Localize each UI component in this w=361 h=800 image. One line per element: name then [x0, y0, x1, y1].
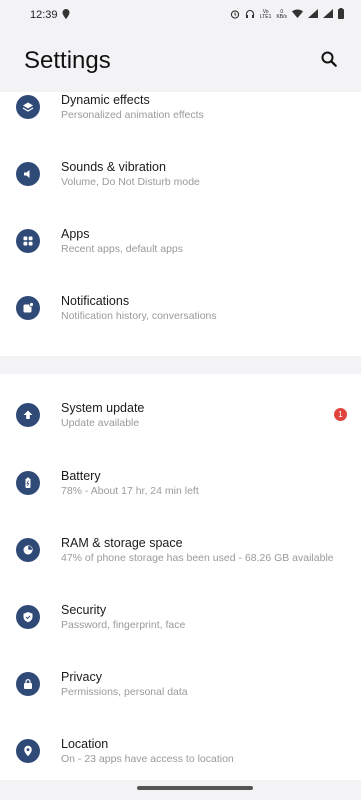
settings-group-1: Dynamic effects Personalized animation e…	[0, 92, 361, 356]
setting-text: RAM & storage space 47% of phone storage…	[61, 535, 334, 565]
setting-title: Security	[61, 602, 107, 617]
status-bar-left: 12:39	[30, 8, 70, 22]
setting-text: Dynamic effects Personalized animation e…	[61, 92, 204, 122]
setting-apps[interactable]: Apps Recent apps, default apps	[0, 207, 361, 274]
settings-group-2: System update Update available 1 Battery…	[0, 374, 361, 780]
wifi-icon	[292, 9, 303, 21]
setting-text: Notifications Notification history, conv…	[61, 293, 217, 323]
headphones-icon	[245, 9, 255, 22]
setting-system-update[interactable]: System update Update available 1	[0, 381, 361, 448]
battery-icon	[338, 8, 344, 22]
setting-title: Privacy	[61, 669, 102, 684]
setting-title: Apps	[61, 226, 90, 241]
signal-icon	[308, 9, 318, 21]
setting-security[interactable]: Security Password, fingerprint, face	[0, 583, 361, 650]
layers-icon	[16, 94, 40, 119]
setting-notifications[interactable]: Notifications Notification history, conv…	[0, 274, 361, 341]
network-speed: 0 KB/s	[276, 9, 287, 20]
setting-text: Apps Recent apps, default apps	[61, 226, 183, 256]
setting-subtitle: On - 23 apps have access to location	[61, 752, 234, 765]
storage-pie-icon	[16, 537, 40, 562]
signal-2-icon	[323, 9, 333, 21]
notification-icon	[16, 295, 40, 320]
setting-subtitle: Volume, Do Not Disturb mode	[61, 175, 200, 188]
setting-dynamic-effects[interactable]: Dynamic effects Personalized animation e…	[0, 73, 361, 140]
volte-indicator: Vo LTE1	[259, 9, 272, 20]
shield-icon	[16, 604, 40, 629]
setting-title: Notifications	[61, 293, 130, 308]
setting-title: RAM & storage space	[61, 535, 183, 550]
setting-subtitle: Personalized animation effects	[61, 108, 204, 121]
alarm-icon	[230, 9, 240, 22]
speaker-icon	[16, 161, 40, 186]
setting-title: Battery	[61, 468, 101, 483]
setting-subtitle: 47% of phone storage has been used - 68.…	[61, 551, 334, 564]
setting-subtitle: Update available	[61, 416, 140, 429]
setting-text: Privacy Permissions, personal data	[61, 669, 188, 699]
setting-text: Security Password, fingerprint, face	[61, 602, 185, 632]
setting-sounds-vibration[interactable]: Sounds & vibration Volume, Do Not Distur…	[0, 140, 361, 207]
apps-grid-icon	[16, 228, 40, 253]
setting-title: Location	[61, 736, 109, 751]
status-bar-right: Vo LTE1 0 KB/s	[230, 8, 344, 22]
setting-text: System update Update available	[61, 400, 144, 430]
setting-ram-storage[interactable]: RAM & storage space 47% of phone storage…	[0, 516, 361, 583]
page-title: Settings	[24, 47, 111, 74]
setting-text: Sounds & vibration Volume, Do Not Distur…	[61, 159, 200, 189]
search-icon	[321, 51, 337, 72]
update-badge: 1	[334, 407, 347, 421]
setting-title: Sounds & vibration	[61, 159, 166, 174]
setting-subtitle: Permissions, personal data	[61, 685, 188, 698]
setting-title: Dynamic effects	[61, 92, 150, 107]
battery-icon	[16, 470, 40, 495]
setting-title: System update	[61, 400, 145, 415]
search-button[interactable]	[317, 49, 341, 73]
setting-subtitle: 78% - About 17 hr, 24 min left	[61, 484, 199, 497]
setting-subtitle: Password, fingerprint, face	[61, 618, 186, 631]
setting-subtitle: Notification history, conversations	[61, 309, 217, 322]
privacy-lock-icon	[16, 671, 40, 696]
location-icon	[16, 738, 40, 763]
system-update-icon	[16, 402, 40, 427]
setting-subtitle: Recent apps, default apps	[61, 242, 184, 255]
setting-battery[interactable]: Battery 78% - About 17 hr, 24 min left	[0, 449, 361, 516]
status-bar: 12:39 Vo LTE1 0 KB/s	[0, 0, 361, 30]
setting-location[interactable]: Location On - 23 apps have access to loc…	[0, 717, 361, 784]
gesture-nav-handle[interactable]	[137, 786, 253, 790]
setting-privacy[interactable]: Privacy Permissions, personal data	[0, 650, 361, 717]
location-pin-icon	[62, 8, 70, 22]
setting-text: Location On - 23 apps have access to loc…	[61, 736, 234, 766]
clock: 12:39	[30, 9, 58, 21]
setting-text: Battery 78% - About 17 hr, 24 min left	[61, 468, 199, 498]
